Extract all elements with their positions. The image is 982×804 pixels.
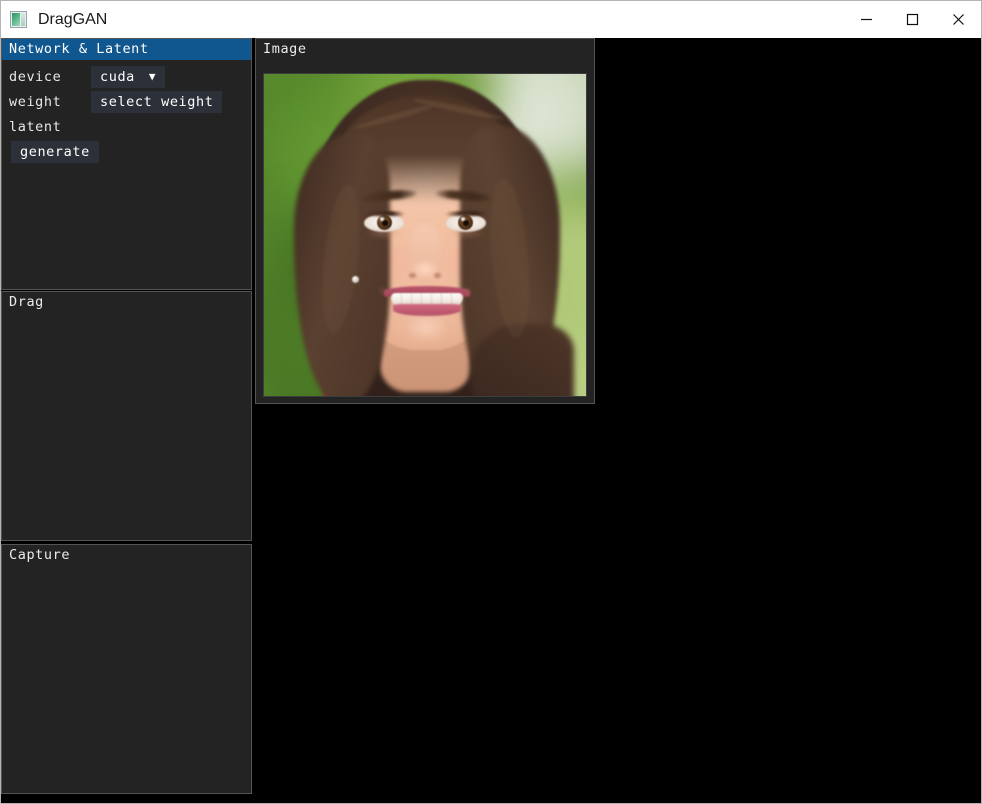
nostril-left [409,273,416,278]
generate-button[interactable]: generate [11,141,99,163]
image-canvas[interactable] [263,73,587,397]
under-eye-right [447,231,485,238]
close-button[interactable] [935,1,981,38]
panel-image: Image [255,38,595,404]
smile-line-left [378,286,388,296]
window-controls [843,1,981,38]
label-weight: weight [9,93,62,110]
workspace: Network & Latent device cuda ▼ weight se… [1,38,981,803]
title-bar: DragGAN [1,1,981,38]
device-dropdown-value: cuda [100,68,135,85]
window-title: DragGAN [38,10,108,28]
panel-network-latent: Network & Latent device cuda ▼ weight se… [1,38,252,290]
mouth [384,286,470,316]
chin-highlight [404,318,448,342]
smile-line-right [462,286,472,296]
row-latent: latent [2,114,251,139]
panel-header-drag[interactable]: Drag [2,292,251,313]
panel-body-network-latent: device cuda ▼ weight select weight laten… [2,60,251,165]
select-weight-button[interactable]: select weight [91,90,223,113]
panel-drag: Drag [1,291,252,541]
pupil-left [382,220,388,226]
maximize-button[interactable] [889,1,935,38]
chevron-down-icon: ▼ [148,70,156,83]
image-thumbnail-icon [10,11,27,28]
app-icon-swatch-light [21,13,25,26]
panel-header-capture[interactable]: Capture [2,545,251,566]
panel-header-image[interactable]: Image [256,39,594,60]
panel-header-network-latent[interactable]: Network & Latent [2,39,251,60]
minimize-icon [860,18,872,21]
row-weight: weight select weight [2,89,251,114]
nostril-right [434,273,441,278]
maximize-icon [906,13,918,26]
under-eye-left [365,231,403,238]
row-device: device cuda ▼ [2,64,251,89]
app-icon-swatch-green [12,13,20,26]
eye-highlight-right [461,217,465,221]
eyelash-right [445,211,487,216]
row-generate: generate [2,139,251,165]
label-latent: latent [9,118,62,135]
panel-body-capture [2,566,251,570]
eye-highlight-left [380,217,384,221]
application-window: DragGAN Network & Latent device cuda ▼ w… [0,0,982,804]
close-icon [952,14,964,25]
panel-body-drag [2,313,251,317]
lower-lip [393,304,461,316]
minimize-button[interactable] [843,1,889,38]
eyelash-left [363,211,405,216]
pupil-right [463,220,469,226]
generated-portrait-image [264,74,586,396]
earring [352,276,359,283]
panel-capture: Capture [1,544,252,794]
label-device: device [9,68,62,85]
device-dropdown[interactable]: cuda ▼ [91,65,165,88]
